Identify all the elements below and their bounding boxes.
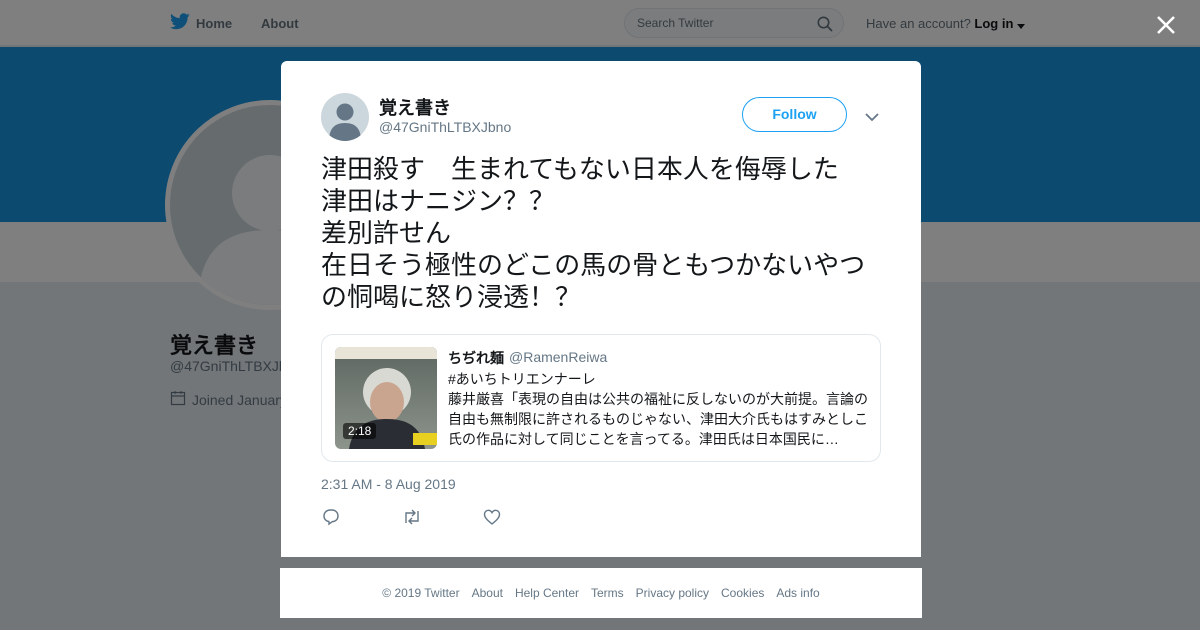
footer-link-terms[interactable]: Terms bbox=[591, 586, 624, 600]
like-icon[interactable] bbox=[482, 507, 504, 529]
quoted-video-thumbnail[interactable]: 2:18 bbox=[335, 347, 437, 449]
quoted-text-line: 藤井厳喜「表現の自由は公共の福祉に反しないのが大前提。言論の bbox=[448, 391, 868, 407]
tweet-author-avatar[interactable] bbox=[321, 93, 369, 141]
quoted-tweet[interactable]: 2:18 ちぢれ麺 @RamenReiwa #あいちトリエンナーレ 藤井厳喜「表… bbox=[321, 334, 881, 462]
quoted-text: #あいちトリエンナーレ 藤井厳喜「表現の自由は公共の福祉に反しないのが大前提。言… bbox=[448, 369, 872, 449]
quoted-text-line: 氏の作品に対して同じことを言ってる。津田氏は日本国民に… bbox=[448, 431, 839, 447]
follow-button[interactable]: Follow bbox=[742, 97, 847, 132]
video-duration: 2:18 bbox=[343, 423, 377, 439]
reply-icon[interactable] bbox=[321, 507, 343, 529]
quoted-text-line: 自由も無制限に許されるものじゃない、津田大介氏もはすみとしこ bbox=[448, 411, 868, 427]
footer-copyright: © 2019 Twitter bbox=[382, 586, 460, 600]
quoted-hashtag[interactable]: #あいちトリエンナーレ bbox=[448, 369, 872, 389]
tweet-text: 津田殺す 生まれてもない日本人を侮辱した 津田はナニジン？？ 差別許せん 在日そ… bbox=[321, 154, 866, 312]
close-icon[interactable] bbox=[1153, 12, 1179, 38]
modal-footer: © 2019 Twitter About Help Center Terms P… bbox=[280, 568, 922, 618]
quoted-author-name: ちぢれ麺 bbox=[448, 350, 504, 366]
tweet-timestamp[interactable]: 2:31 AM - 8 Aug 2019 bbox=[321, 476, 456, 492]
tweet-modal: 覚え書き @47GniThLTBXJbno Follow 津田殺す 生まれてもな… bbox=[281, 61, 921, 557]
footer-link-ads-info[interactable]: Ads info bbox=[776, 586, 819, 600]
footer-link-privacy-policy[interactable]: Privacy policy bbox=[636, 586, 709, 600]
retweet-icon[interactable] bbox=[401, 507, 423, 529]
quoted-author-handle: @RamenReiwa bbox=[509, 349, 608, 365]
footer-link-about[interactable]: About bbox=[472, 586, 503, 600]
tweet-author-handle[interactable]: @47GniThLTBXJbno bbox=[379, 119, 511, 135]
chevron-down-icon[interactable] bbox=[865, 109, 879, 127]
tweet-author-name[interactable]: 覚え書き bbox=[379, 94, 451, 120]
footer-link-help-center[interactable]: Help Center bbox=[515, 586, 579, 600]
footer-link-cookies[interactable]: Cookies bbox=[721, 586, 764, 600]
